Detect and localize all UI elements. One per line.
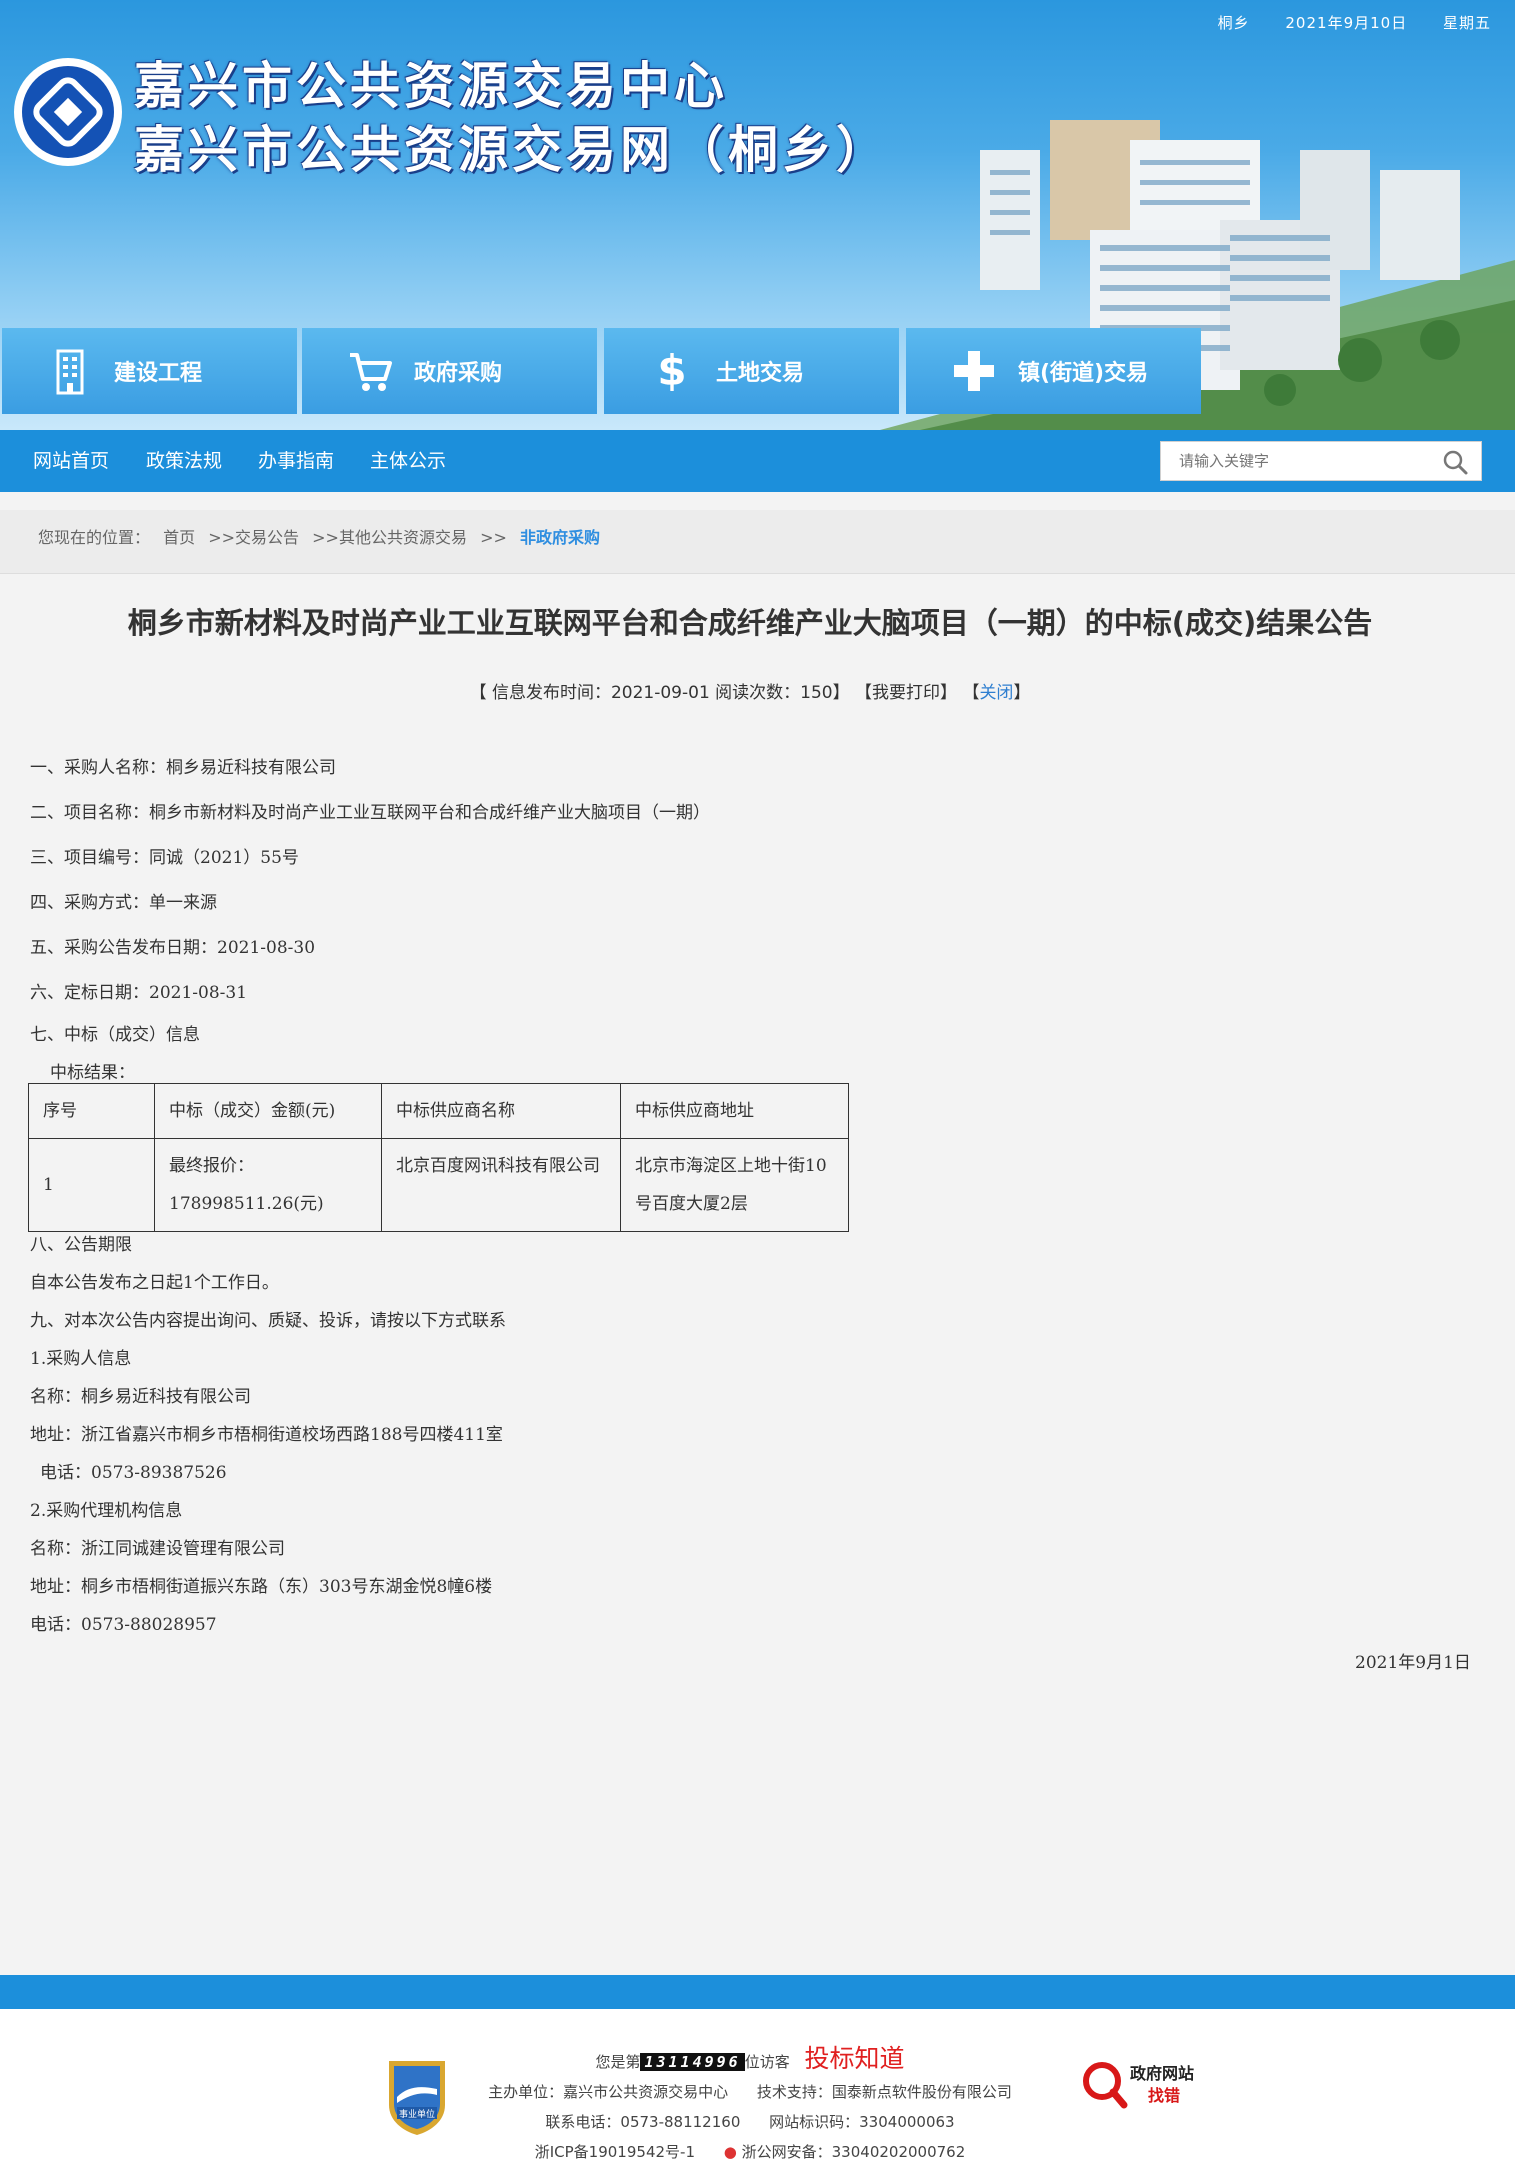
table-cell: 北京市海淀区上地十街10号百度大厦2层 — [620, 1138, 849, 1232]
dollar-icon: $ — [657, 346, 687, 395]
host-line: 主办单位：嘉兴市公共资源交易中心 技术支持：国泰新点软件股份有限公司 — [0, 2081, 1500, 2102]
content-line: 地址：浙江省嘉兴市桐乡市梧桐街道校场西路188号四楼411室 — [30, 1425, 503, 1445]
table-header-row: 序号 中标（成交）金额(元) 中标供应商名称 中标供应商地址 — [28, 1083, 849, 1139]
date-label: 2021年9月10日 — [1285, 14, 1408, 32]
building-icon — [56, 349, 84, 395]
print-link[interactable]: 【我要打印】 — [855, 683, 957, 703]
footer-bar — [0, 1975, 1515, 2009]
main-nav: 网站首页 政策法规 办事指南 主体公示 — [0, 430, 1515, 492]
content-line: 三、项目编号：同诚（2021）55号 — [30, 848, 299, 868]
breadcrumb-notices[interactable]: >>交易公告 — [208, 528, 299, 547]
content-line: 七、中标（成交）信息 — [30, 1025, 200, 1045]
article-meta: 【 信息发布时间：2021-09-01 阅读次数：150】 【我要打印】 【关闭… — [0, 678, 1500, 703]
search-icon[interactable] — [1441, 448, 1469, 476]
content-line: 电话：0573-88028957 — [30, 1615, 217, 1635]
article-title: 桐乡市新材料及时尚产业工业互联网平台和合成纤维产业大脑项目（一期）的中标(成交)… — [127, 606, 1373, 640]
badge-text: 事业单位 — [399, 2108, 435, 2120]
table-header: 中标供应商名称 — [381, 1083, 621, 1139]
breadcrumb-other[interactable]: >>其他公共资源交易 — [312, 528, 467, 547]
sign-date: 2021年9月1日 — [1355, 1653, 1471, 1673]
site-footer: 您是第 13114996 位访客 投标知道 主办单位：嘉兴市公共资源交易中心 技术支… — [0, 2009, 1515, 2166]
nav-item-guide[interactable]: 办事指南 — [258, 430, 334, 492]
content-line: 名称：桐乡易近科技有限公司 — [30, 1387, 251, 1407]
content-line: 五、采购公告发布日期：2021-08-30 — [30, 938, 316, 958]
category-label: 镇(街道)交易 — [1018, 361, 1149, 386]
public-institution-badge-icon[interactable]: 事业单位 — [385, 2057, 449, 2137]
result-table: 序号 中标（成交）金额(元) 中标供应商名称 中标供应商地址 1 最终报价：17… — [28, 1083, 849, 1232]
table-cell: 北京百度网讯科技有限公司 — [381, 1138, 621, 1232]
publish-info: 【 信息发布时间：2021-09-01 阅读次数：150】 — [469, 683, 850, 703]
nav-item-public[interactable]: 主体公示 — [370, 430, 446, 492]
close-end: 】 — [1013, 683, 1031, 703]
top-info: 桐乡 2021年9月10日 星期五 — [1188, 12, 1491, 33]
table-header: 中标（成交）金额(元) — [154, 1083, 382, 1139]
table-header: 序号 — [28, 1083, 155, 1139]
weekday-label: 星期五 — [1442, 14, 1491, 32]
site-logo-icon[interactable] — [14, 58, 122, 166]
zhaocuo-line2: 找错 — [1148, 2086, 1180, 2105]
brand-link[interactable]: 投标知道 — [805, 2044, 905, 2073]
content-line: 九、对本次公告内容提出询问、质疑、投诉，请按以下方式联系 — [30, 1311, 506, 1331]
content-line: 地址：桐乡市梧桐街道振兴东路（东）303号东湖金悦8幢6楼 — [30, 1577, 493, 1597]
category-town[interactable]: 镇(街道)交易 — [906, 328, 1201, 414]
content-line: 四、采购方式：单一来源 — [30, 893, 217, 913]
cart-icon — [350, 353, 392, 391]
table-cell: 1 — [28, 1138, 155, 1232]
police-badge-icon: ● — [723, 2143, 737, 2161]
police-link[interactable]: 浙公网安备：33040202000762 — [742, 2143, 966, 2161]
table-cell: 最终报价：178998511.26(元) — [154, 1138, 382, 1232]
plus-icon — [954, 351, 994, 391]
content-line: 1.采购人信息 — [30, 1349, 132, 1369]
content-line: 二、项目名称：桐乡市新材料及时尚产业工业互联网平台和合成纤维产业大脑项目（一期） — [30, 803, 710, 823]
zhaocuo-line1: 政府网站 — [1130, 2064, 1194, 2083]
search-input[interactable] — [1161, 442, 1421, 480]
category-label: 政府采购 — [414, 361, 503, 386]
contact-line: 联系电话：0573-88112160 网站标识码：3304000063 — [0, 2111, 1500, 2132]
breadcrumb-sep: >> — [480, 528, 507, 547]
phone-label: 联系电话：0573-88112160 — [545, 2113, 741, 2131]
content-line: 电话：0573-89387526 — [40, 1463, 227, 1483]
breadcrumb: 您现在的位置： 首页 >>交易公告 >>其他公共资源交易 >> 非政府采购 — [0, 510, 1515, 574]
host-label: 主办单位：嘉兴市公共资源交易中心 — [488, 2083, 729, 2101]
category-procurement[interactable]: 政府采购 — [302, 328, 597, 414]
visitor-counter: 13114996 — [640, 2053, 745, 2071]
close-open: 【 — [962, 683, 980, 703]
content-line: 名称：浙江同诚建设管理有限公司 — [30, 1539, 285, 1559]
content-line: 中标结果： — [50, 1063, 135, 1083]
search-box — [1160, 441, 1482, 481]
category-land[interactable]: $ 土地交易 — [604, 328, 899, 414]
gov-site-error-report-icon[interactable]: 政府网站 找错 — [1080, 2051, 1220, 2111]
nav-item-home[interactable]: 网站首页 — [33, 430, 109, 492]
content-line: 六、定标日期：2021-08-31 — [30, 983, 248, 1003]
visitor-suffix: 位访客 — [744, 2053, 790, 2071]
category-label: 建设工程 — [114, 361, 203, 386]
content-line: 八、公告期限 — [30, 1235, 132, 1255]
close-link[interactable]: 关闭 — [979, 683, 1013, 703]
visitor-line: 您是第 13114996 位访客 投标知道 — [0, 2039, 1500, 2075]
breadcrumb-home[interactable]: 首页 — [163, 528, 195, 547]
visitor-prefix: 您是第 — [595, 2053, 641, 2071]
category-bar: 建设工程 政府采购 $ 土地交易 镇(街道)交易 — [0, 328, 1201, 414]
page: 桐乡 2021年9月10日 星期五 嘉兴市公共资源交易中心 嘉兴市公共资源交易网… — [0, 0, 1515, 2166]
record-line: 浙ICP备19019542号-1 ● 浙公网安备：33040202000762 — [0, 2141, 1500, 2162]
site-id-label: 网站标识码：3304000063 — [769, 2113, 955, 2131]
site-title: 嘉兴市公共资源交易中心 嘉兴市公共资源交易网（桐乡） — [134, 54, 890, 182]
content-line: 2.采购代理机构信息 — [30, 1501, 183, 1521]
region-label: 桐乡 — [1217, 14, 1250, 32]
site-title-line1: 嘉兴市公共资源交易中心 — [134, 57, 728, 115]
site-header: 桐乡 2021年9月10日 星期五 嘉兴市公共资源交易中心 嘉兴市公共资源交易网… — [0, 0, 1515, 430]
icp-link[interactable]: 浙ICP备19019542号-1 — [535, 2143, 695, 2161]
category-construction[interactable]: 建设工程 — [2, 328, 297, 414]
breadcrumb-prefix: 您现在的位置： — [38, 528, 151, 547]
content-line: 自本公告发布之日起1个工作日。 — [30, 1273, 279, 1293]
table-header: 中标供应商地址 — [620, 1083, 849, 1139]
breadcrumb-current[interactable]: 非政府采购 — [520, 528, 600, 547]
table-row: 1 最终报价：178998511.26(元) 北京百度网讯科技有限公司 北京市海… — [28, 1138, 849, 1232]
site-title-line2: 嘉兴市公共资源交易网（桐乡） — [134, 121, 890, 179]
support-label: 技术支持：国泰新点软件股份有限公司 — [756, 2083, 1012, 2101]
nav-item-policy[interactable]: 政策法规 — [146, 430, 222, 492]
content-line: 一、采购人名称：桐乡易近科技有限公司 — [30, 758, 336, 778]
category-label: 土地交易 — [716, 361, 805, 386]
